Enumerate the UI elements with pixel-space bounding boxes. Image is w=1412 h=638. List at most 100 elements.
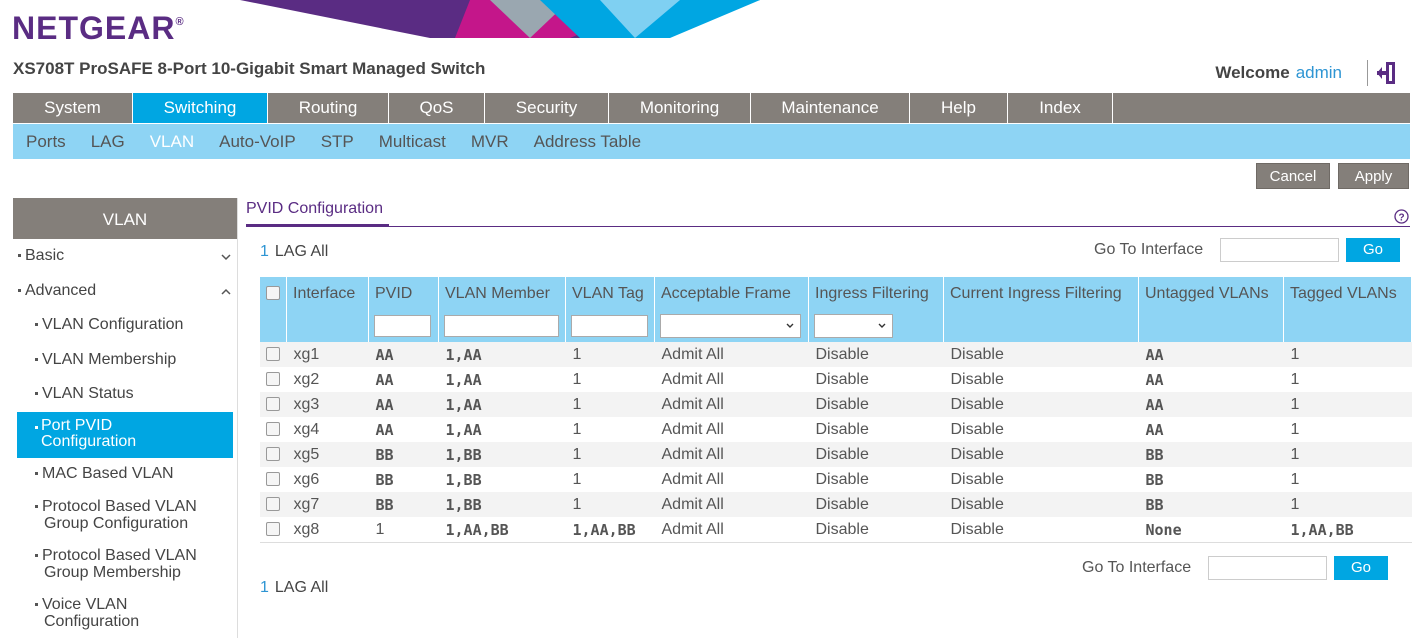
table-cell: 1: [1283, 342, 1412, 367]
row-checkbox[interactable]: [266, 422, 280, 437]
all-link[interactable]: All: [310, 579, 328, 596]
bullet-icon: [35, 472, 38, 476]
netgear-logo: NETGEAR®: [12, 10, 185, 46]
ingress-filtering-select[interactable]: [814, 314, 893, 338]
tab-security[interactable]: Security: [485, 93, 609, 123]
row-checkbox[interactable]: [266, 522, 280, 537]
go-button[interactable]: Go: [1346, 238, 1400, 262]
table-cell: Disable: [808, 417, 944, 442]
tab-qos[interactable]: QoS: [389, 93, 485, 123]
user-name: admin: [1295, 63, 1342, 82]
table-cell: 1,AA: [438, 342, 566, 367]
table-cell: Disable: [943, 492, 1139, 517]
table-cell: 1: [1283, 492, 1412, 517]
col-tagged-vlans: Tagged VLANs: [1283, 277, 1412, 310]
table-cell: Admit All: [654, 492, 809, 517]
subnav-vlan[interactable]: VLAN: [150, 132, 194, 152]
table-row[interactable]: xg2 AA 1,AA 1 Admit All Disable Disable AA 1: [260, 367, 1412, 392]
table-cell: Disable: [943, 442, 1139, 467]
logout-icon[interactable]: [1376, 61, 1398, 85]
pvid-filter-input[interactable]: [374, 315, 431, 337]
table-cell: 1: [1283, 367, 1412, 392]
subnav-ports[interactable]: Ports: [26, 132, 66, 152]
tab-switching[interactable]: Switching: [133, 93, 268, 123]
subnav-auto-voip[interactable]: Auto-VoIP: [219, 132, 296, 152]
row-checkbox[interactable]: [266, 347, 280, 362]
tab-routing[interactable]: Routing: [268, 93, 389, 123]
table-cell: Disable: [808, 442, 944, 467]
tab-monitoring[interactable]: Monitoring: [609, 93, 751, 123]
tab-index[interactable]: Index: [1008, 93, 1113, 123]
sidebar-item-protocol-vlan-group-config[interactable]: Protocol Based VLAN Group Configuration: [35, 498, 224, 532]
table-row[interactable]: xg1 AA 1,AA 1 Admit All Disable Disable AA 1: [260, 342, 1412, 367]
help-icon[interactable]: ?: [1394, 209, 1409, 224]
table-row[interactable]: xg3 AA 1,AA 1 Admit All Disable Disable AA 1: [260, 392, 1412, 417]
vlan-member-filter-input[interactable]: [444, 315, 559, 337]
table-row[interactable]: xg8 1 1,AA,BB 1,AA,BB Admit All Disable Disabl…: [260, 517, 1412, 543]
table-row[interactable]: xg5 BB 1,BB 1 Admit All Disable Disable BB 1: [260, 442, 1412, 467]
row-checkbox[interactable]: [266, 397, 280, 412]
table-cell: Admit All: [654, 442, 809, 467]
sidebar-item-vlan-membership[interactable]: VLAN Membership: [35, 351, 235, 369]
sidebar-title: VLAN: [13, 198, 237, 239]
row-checkbox[interactable]: [266, 372, 280, 387]
bullet-icon: [35, 358, 38, 362]
table-cell: 1: [1283, 417, 1412, 442]
subnav-address-table[interactable]: Address Table: [534, 132, 641, 152]
table-cell: 1: [565, 467, 655, 492]
tab-help[interactable]: Help: [910, 93, 1008, 123]
sidebar-item-protocol-vlan-group-membership[interactable]: Protocol Based VLAN Group Membership: [35, 547, 224, 581]
sidebar-item-vlan-configuration[interactable]: VLAN Configuration: [35, 316, 235, 334]
apply-button[interactable]: Apply: [1338, 163, 1409, 189]
tab-maintenance[interactable]: Maintenance: [751, 93, 910, 123]
tab-system[interactable]: System: [13, 93, 133, 123]
subnav-stp[interactable]: STP: [321, 132, 354, 152]
table-cell: Disable: [943, 342, 1139, 367]
sidebar-item-voice-vlan-configuration[interactable]: Voice VLAN Configuration: [35, 596, 174, 630]
table-row[interactable]: xg7 BB 1,BB 1 Admit All Disable Disable BB 1: [260, 492, 1412, 517]
subnav-mvr[interactable]: MVR: [471, 132, 509, 152]
bullet-icon: [35, 323, 38, 327]
product-title: XS708T ProSAFE 8-Port 10-Gigabit Smart M…: [13, 59, 486, 78]
table-cell: Disable: [808, 367, 944, 392]
table-cell: AA: [368, 392, 439, 417]
sidebar-item-mac-based-vlan[interactable]: MAC Based VLAN: [35, 465, 235, 483]
table-cell: AA: [368, 367, 439, 392]
vlan-tag-filter-input[interactable]: [571, 315, 648, 337]
goto-interface-input-bottom[interactable]: [1208, 556, 1327, 580]
page-link[interactable]: 1: [260, 579, 269, 596]
table-cell: 1,AA,BB: [565, 517, 655, 543]
lag-link[interactable]: LAG: [275, 243, 307, 260]
table-cell: xg1: [286, 342, 369, 367]
title-divider: [389, 226, 1410, 227]
sidebar-item-advanced[interactable]: Advanced: [18, 282, 242, 300]
select-all-checkbox[interactable]: [266, 286, 280, 301]
sidebar-item-vlan-status[interactable]: VLAN Status: [35, 385, 235, 403]
bullet-icon: [35, 426, 38, 429]
table-row[interactable]: xg4 AA 1,AA 1 Admit All Disable Disable AA 1: [260, 417, 1412, 442]
table-cell: 1,AA,BB: [1283, 517, 1412, 543]
table-cell: xg7: [286, 492, 369, 517]
sidebar-item-port-pvid-configuration[interactable]: Port PVID Configuration: [17, 412, 233, 458]
all-link[interactable]: All: [310, 243, 328, 260]
table-cell: AA: [1138, 417, 1284, 442]
acceptable-frame-select[interactable]: [660, 314, 801, 338]
subnav-multicast[interactable]: Multicast: [379, 132, 446, 152]
goto-interface-input[interactable]: [1220, 238, 1339, 262]
row-checkbox[interactable]: [266, 447, 280, 462]
page-link[interactable]: 1: [260, 243, 269, 260]
bullet-icon: [35, 392, 38, 396]
go-button-bottom[interactable]: Go: [1334, 556, 1388, 580]
welcome-text: Welcome admin: [1215, 63, 1342, 82]
table-cell: Disable: [808, 342, 944, 367]
pvid-table: Interface PVID VLAN Member VLAN Tag Acce…: [260, 277, 1412, 543]
table-cell: 1,BB: [438, 492, 566, 517]
lag-link[interactable]: LAG: [275, 579, 307, 596]
col-interface: Interface: [286, 277, 369, 310]
cancel-button[interactable]: Cancel: [1256, 163, 1330, 189]
row-checkbox[interactable]: [266, 472, 280, 487]
subnav-lag[interactable]: LAG: [91, 132, 125, 152]
sidebar-item-basic[interactable]: Basic: [18, 247, 242, 265]
row-checkbox[interactable]: [266, 497, 280, 512]
table-row[interactable]: xg6 BB 1,BB 1 Admit All Disable Disable BB 1: [260, 467, 1412, 492]
